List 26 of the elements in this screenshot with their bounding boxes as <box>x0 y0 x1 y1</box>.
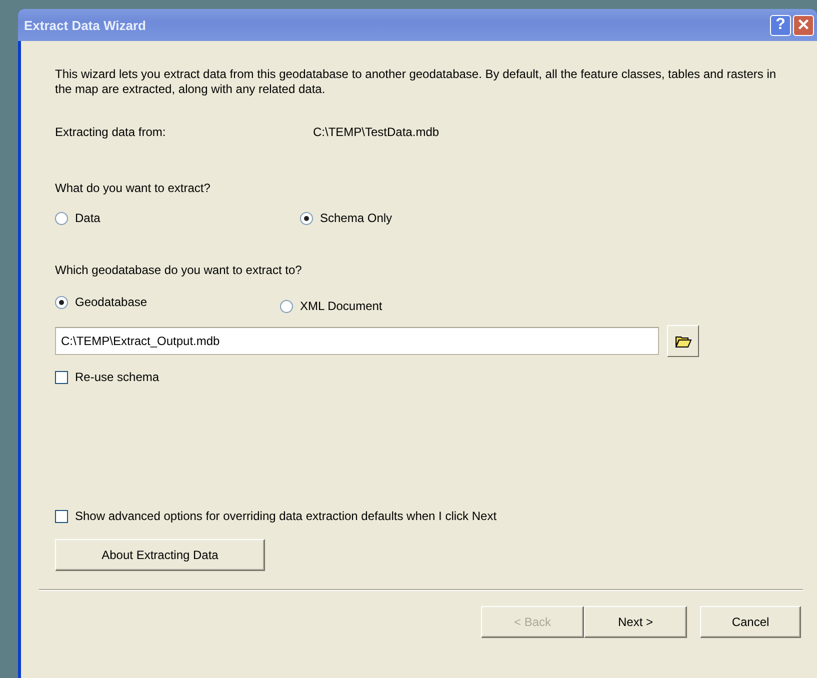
checkbox-label: Show advanced options for overriding data extraction defaults when I click Next <box>75 509 497 523</box>
radio-label: Schema Only <box>320 211 392 225</box>
radio-button[interactable] <box>55 212 68 224</box>
radio-button[interactable] <box>280 300 293 312</box>
next-button[interactable]: Next > <box>584 606 687 638</box>
checkbox-label: Re-use schema <box>75 370 160 384</box>
radio-label: XML Document <box>300 299 382 313</box>
cancel-button[interactable]: Cancel <box>700 606 801 638</box>
help-button[interactable]: ? <box>770 14 791 36</box>
source-path: C:\TEMP\TestData.mdb <box>313 125 440 139</box>
browse-button[interactable] <box>667 325 699 357</box>
close-button[interactable]: × <box>793 14 814 36</box>
source-label: Extracting data from: <box>55 125 167 139</box>
about-button[interactable]: About Extracting Data <box>55 539 265 571</box>
radio-label: Data <box>75 211 100 225</box>
output-path-field[interactable]: C:\TEMP\Extract_Output.mdb <box>55 327 659 355</box>
radio-label: Geodatabase <box>75 295 148 309</box>
extract-question: What do you want to extract? <box>55 181 212 195</box>
radio-button[interactable] <box>300 212 313 224</box>
window-title: Extract Data Wizard <box>24 18 147 32</box>
checkbox[interactable] <box>55 370 68 384</box>
checkbox[interactable] <box>55 510 68 522</box>
intro-text: This wizard lets you extract data from this geodatabase to another geodatabase. By default, all the feature classes, tables and rasters in the map are extracted, along with any related data. <box>55 67 777 97</box>
radio-button[interactable] <box>55 296 68 308</box>
folder-icon <box>674 334 692 348</box>
target-question: Which geodatabase do you want to extract to? <box>55 263 303 277</box>
